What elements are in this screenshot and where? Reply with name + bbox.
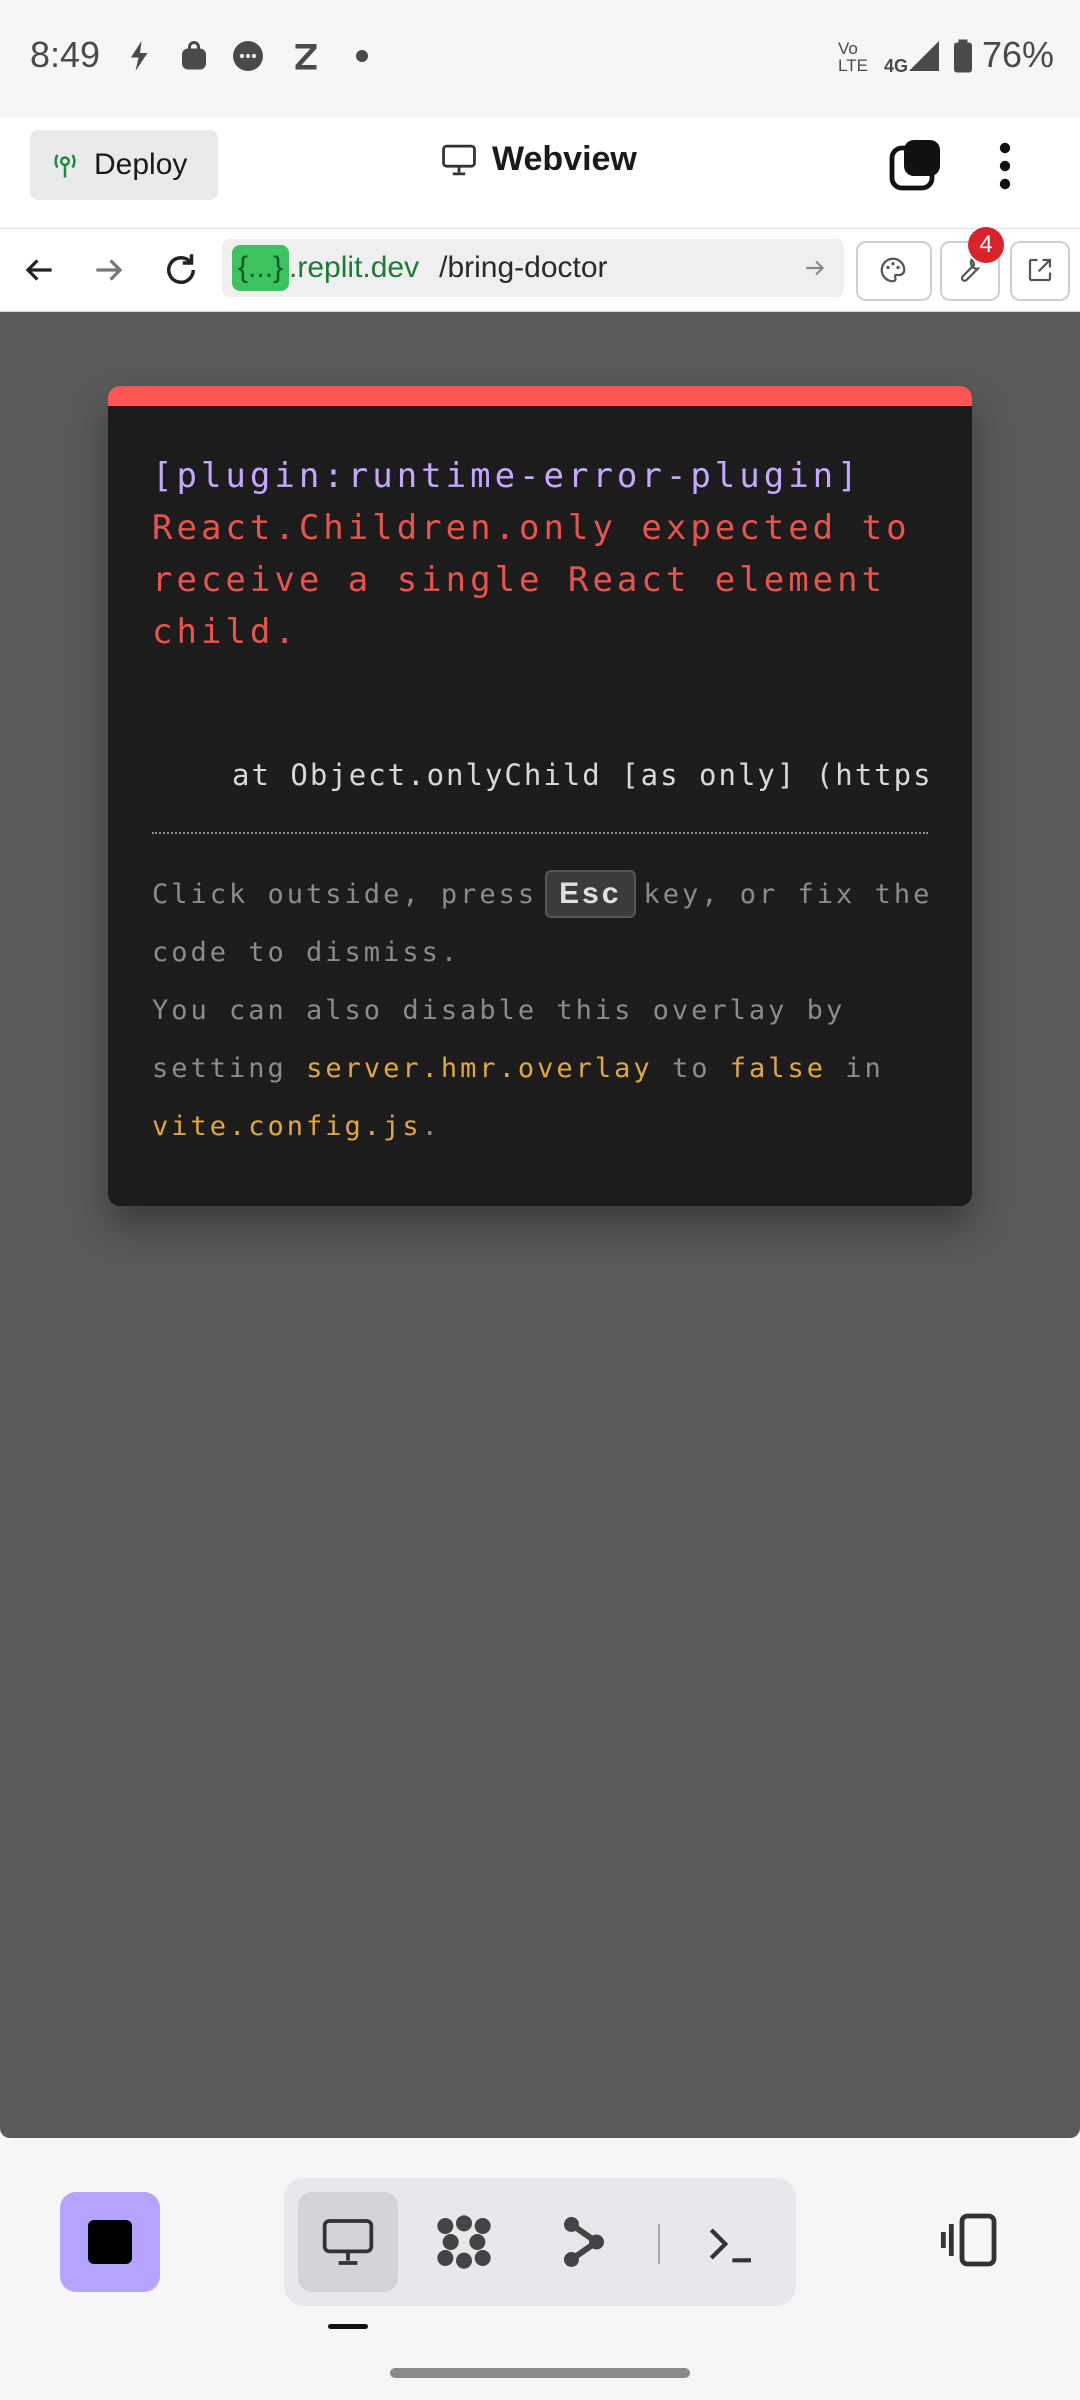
tool-tabs xyxy=(284,2178,796,2306)
page-title-text: Webview xyxy=(492,140,637,178)
repl-badge: {...} xyxy=(232,245,290,291)
dismiss-tip: Click outside, press Esc key, or fix the c… xyxy=(152,866,942,1156)
palette-button[interactable] xyxy=(856,241,932,301)
page-title: Webview xyxy=(440,140,637,179)
tip-text: in xyxy=(845,1053,884,1084)
app-header: Deploy Webview xyxy=(0,118,1080,228)
split-view-icon[interactable] xyxy=(938,2208,1002,2272)
config-file: vite.config.js xyxy=(152,1111,422,1142)
go-arrow-icon[interactable] xyxy=(802,255,828,281)
palette-icon xyxy=(880,257,906,283)
url-toolbar: {...} .replit.dev /bring-doctor 4 xyxy=(0,227,1080,313)
error-plugin: [plugin:runtime-error-plugin] xyxy=(152,456,862,496)
agent-icon[interactable] xyxy=(432,2210,496,2274)
deploy-button[interactable]: Deploy xyxy=(30,130,218,200)
shopping-bag-icon xyxy=(182,41,206,70)
config-code: false xyxy=(729,1053,826,1084)
battery-icon xyxy=(954,39,972,73)
tabs-switcher-icon[interactable] xyxy=(888,138,944,194)
status-time: 8:49 xyxy=(30,34,101,75)
monitor-icon xyxy=(322,2219,374,2265)
z-icon xyxy=(295,44,317,70)
external-link-icon xyxy=(1028,258,1052,282)
config-code: server.hmr.overlay xyxy=(306,1053,653,1084)
tip-text: . xyxy=(421,1111,441,1142)
divider xyxy=(658,2224,660,2264)
more-menu-icon[interactable] xyxy=(990,138,1020,194)
devtools-badge: 4 xyxy=(968,227,1004,263)
home-indicator[interactable] xyxy=(390,2368,690,2378)
signal-icon xyxy=(909,41,939,71)
error-message: [plugin:runtime-error-plugin] React.Chil… xyxy=(152,450,942,658)
deploy-label: Deploy xyxy=(94,148,188,181)
stop-button[interactable] xyxy=(60,2192,160,2292)
terminal-icon[interactable] xyxy=(702,2216,758,2272)
forward-arrow-icon[interactable] xyxy=(90,251,128,289)
error-overlay[interactable]: [plugin:runtime-error-plugin] React.Chil… xyxy=(108,386,972,1206)
error-text: React.Children.only expected to receive … xyxy=(152,508,911,652)
error-accent-bar xyxy=(108,386,972,406)
volte-label: Vo LTE xyxy=(838,39,868,75)
notification-icon xyxy=(131,41,148,71)
network-label: 4G xyxy=(884,56,909,76)
url-path: /bring-doctor xyxy=(439,251,608,284)
reload-icon[interactable] xyxy=(160,249,202,291)
url-field[interactable]: {...} .replit.dev /bring-doctor xyxy=(222,239,844,297)
active-tab-indicator xyxy=(328,2324,368,2329)
stack-line: at Object.onlyChild [as only] (https xyxy=(232,758,928,792)
divider xyxy=(152,832,928,834)
battery-percent: 76% xyxy=(981,34,1054,75)
devtools-button[interactable]: 4 xyxy=(940,227,1004,301)
status-bar: 8:49 Vo LTE 4G 76% xyxy=(0,0,1080,118)
tip-text: to xyxy=(671,1053,711,1084)
error-stack: at Object.onlyChild [as only] (https xyxy=(152,758,928,792)
back-arrow-icon[interactable] xyxy=(20,251,58,289)
tab-webview[interactable] xyxy=(298,2192,398,2292)
chat-icon xyxy=(233,41,263,71)
esc-key-badge: Esc xyxy=(545,870,636,918)
stop-icon xyxy=(88,2220,132,2264)
tip-text: Click outside, press xyxy=(152,879,538,910)
monitor-icon xyxy=(442,144,476,175)
open-external-button[interactable] xyxy=(1010,241,1070,301)
bottom-bar xyxy=(0,2138,1080,2400)
dot-icon xyxy=(356,50,368,62)
url-domain: .replit.dev xyxy=(289,251,420,284)
deploy-icon xyxy=(54,154,76,178)
git-branch-icon[interactable] xyxy=(554,2212,614,2272)
